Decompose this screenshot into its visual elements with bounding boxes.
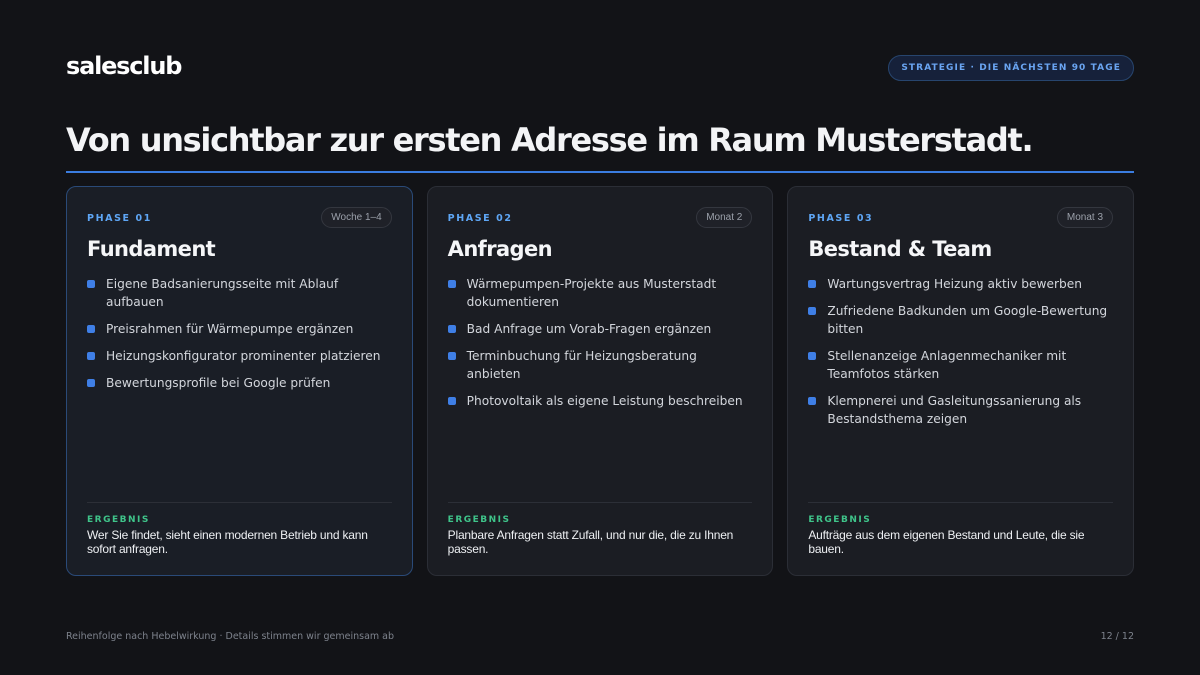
result-label: ERGEBNIS [87,515,150,525]
task-text: Wärmepumpen-Projekte aus Musterstadt dok… [466,277,717,309]
phase-title: Anfragen [447,237,553,261]
duration-badge: Monat 2 [696,207,753,228]
duration-badge: Woche 1–4 [321,207,392,228]
task-text: Eigene Badsanierungsseite mit Ablauf auf… [106,277,339,309]
duration-badge: Monat 3 [1056,207,1114,228]
result-text: Planbare Anfragen statt Zufall, und nur … [447,528,734,556]
task-item: Wartungsvertrag Heizung aktiv bewerben [808,275,1115,293]
task-text: Klempnerei und Gasleitungssanierung als … [827,394,1082,426]
task-text: Wartungsvertrag Heizung aktiv bewerben [827,277,1082,291]
task-text: Photovoltaik als eigene Leistung beschre… [466,394,743,408]
bullet-square-icon [87,280,95,288]
phase-title: Bestand & Team [808,237,992,261]
task-item: Terminbuchung für Heizungsberatung anbie… [447,347,755,383]
bullet-square-icon [447,397,456,405]
task-text: Heizungskonfigurator prominenter platzie… [106,349,381,363]
bullet-square-icon [808,352,817,360]
bullet-square-icon [808,307,817,315]
phase-card-3: PHASE 03 Monat 3 Bestand & Team Wartungs… [787,186,1135,576]
result-text: Aufträge aus dem eigenen Bestand und Leu… [808,528,1085,556]
task-text: Bewertungsprofile bei Google prüfen [106,376,331,390]
task-item: Photovoltaik als eigene Leistung beschre… [447,392,755,410]
phase-cards: PHASE 01 Woche 1–4 Fundament Eigene Bads… [66,186,1135,576]
task-item: Stellenanzeige Anlagenmechaniker mit Tea… [808,347,1115,383]
task-text: Preisrahmen für Wärmepumpe ergänzen [106,322,354,336]
footer-note: Reihenfolge nach Hebelwirkung · Details … [66,631,395,642]
bullet-square-icon [447,325,456,333]
bullet-square-icon [87,379,95,387]
brand-logo: salesclub [66,52,182,80]
task-list: Eigene Badsanierungsseite mit Ablauf auf… [87,275,394,401]
task-item: Preisrahmen für Wärmepumpe ergänzen [87,320,394,338]
phase-card-1: PHASE 01 Woche 1–4 Fundament Eigene Bads… [66,186,413,576]
task-text: Zufriedene Badkunden um Google-Bewertung… [827,304,1108,336]
phase-label: PHASE 02 [447,213,513,224]
phase-title: Fundament [87,237,216,261]
bullet-square-icon [87,352,95,360]
phase-label: PHASE 01 [87,213,152,224]
task-item: Bewertungsprofile bei Google prüfen [87,374,394,392]
task-item: Heizungskonfigurator prominenter platzie… [87,347,394,365]
task-item: Wärmepumpen-Projekte aus Musterstadt dok… [447,275,755,311]
result-text: Wer Sie findet, sieht einen modernen Bet… [87,528,368,556]
page-number: 12 / 12 [1100,631,1134,642]
bullet-square-icon [87,325,95,333]
bullet-square-icon [447,280,456,288]
result-section: ERGEBNIS Aufträge aus dem eigenen Bestan… [808,502,1114,556]
phase-label: PHASE 03 [808,213,874,224]
task-list: Wartungsvertrag Heizung aktiv bewerben Z… [808,275,1115,437]
result-section: ERGEBNIS Wer Sie findet, sieht einen mod… [87,502,392,556]
bullet-square-icon [808,280,817,288]
phase-card-2: PHASE 02 Monat 2 Anfragen Wärmepumpen-Pr… [426,186,774,576]
task-text: Terminbuchung für Heizungsberatung anbie… [466,349,697,381]
bullet-square-icon [447,352,456,360]
result-label: ERGEBNIS [808,515,872,525]
task-item: Klempnerei und Gasleitungssanierung als … [808,392,1115,428]
strategy-tag: STRATEGIE · DIE NÄCHSTEN 90 TAGE [888,55,1134,81]
task-item: Eigene Badsanierungsseite mit Ablauf auf… [87,275,394,311]
result-label: ERGEBNIS [447,515,511,525]
task-list: Wärmepumpen-Projekte aus Musterstadt dok… [447,275,755,419]
task-text: Bad Anfrage um Vorab-Fragen ergänzen [466,322,712,336]
task-item: Bad Anfrage um Vorab-Fragen ergänzen [447,320,755,338]
task-text: Stellenanzeige Anlagenmechaniker mit Tea… [827,349,1067,381]
title-divider [66,171,1134,173]
page-title: Von unsichtbar zur ersten Adresse im Rau… [66,121,1034,159]
result-section: ERGEBNIS Planbare Anfragen statt Zufall,… [447,502,753,556]
bullet-square-icon [808,397,817,405]
task-item: Zufriedene Badkunden um Google-Bewertung… [808,302,1115,338]
